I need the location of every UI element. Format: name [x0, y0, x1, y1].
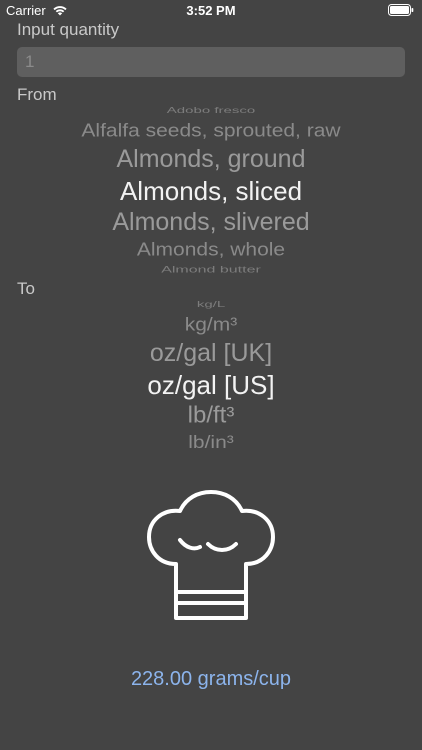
from-picker[interactable]: Adobo fresco Alfalfa seeds, sprouted, ra…	[17, 104, 405, 274]
input-quantity-label: Input quantity	[17, 20, 120, 39]
from-picker-item[interactable]: Almond butter	[17, 265, 405, 274]
to-picker-item[interactable]: lb/in³	[17, 433, 405, 453]
conversion-result: 228.00 grams/cup	[130, 668, 292, 690]
to-picker-item[interactable]: lb/ft³	[17, 403, 405, 430]
to-label: To	[17, 279, 35, 298]
from-picker-selected[interactable]: Almonds, sliced	[17, 176, 405, 207]
from-picker-item[interactable]: Adobo fresco	[17, 106, 405, 115]
from-label: From	[17, 85, 57, 104]
chef-hat-icon	[147, 490, 275, 620]
to-picker-item[interactable]: oz/gal [UK]	[17, 339, 405, 368]
clock: 3:52 PM	[186, 3, 236, 18]
to-picker-item[interactable]: kg/m³	[17, 314, 405, 336]
to-picker-selected[interactable]: oz/gal [US]	[17, 370, 405, 401]
battery-icon	[388, 4, 414, 16]
quantity-input[interactable]	[17, 47, 405, 77]
to-picker[interactable]: kg/L kg/m³ oz/gal [UK] oz/gal [US] lb/ft…	[17, 298, 405, 458]
from-picker-item[interactable]: Almonds, slivered	[17, 208, 405, 237]
from-picker-item[interactable]: Alfalfa seeds, sprouted, raw	[17, 120, 405, 142]
from-picker-item[interactable]: Almonds, ground	[17, 145, 405, 174]
from-picker-item[interactable]: Almonds, whole	[17, 239, 405, 261]
to-picker-item[interactable]: kg/L	[17, 300, 405, 309]
status-bar: Carrier 3:52 PM	[0, 0, 422, 22]
